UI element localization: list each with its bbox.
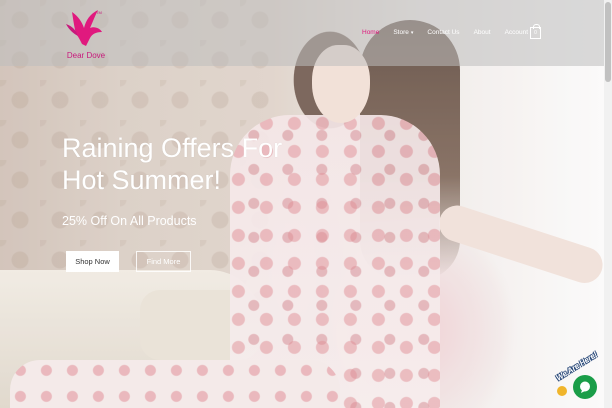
find-more-button[interactable]: Find More [136,251,191,272]
cart-icon[interactable]: 0 [530,24,541,39]
hero-headline-line2: Hot Summer! [62,165,222,195]
site-logo[interactable]: TM Dear Dove [58,6,114,62]
waving-hand-icon [557,386,567,396]
nav-contact-us[interactable]: Contact Us [420,26,466,42]
page-scrollbar[interactable] [604,0,612,408]
site-header: TM Dear Dove Home Store ▾ Contact Us Abou… [0,0,604,66]
nav-store[interactable]: Store ▾ [386,26,420,42]
nav-home[interactable]: Home [355,26,386,42]
brand-name: Dear Dove [66,51,106,60]
cart-count: 0 [534,30,537,36]
scrollbar-thumb[interactable] [605,2,611,82]
shop-now-button[interactable]: Shop Now [66,251,119,272]
chat-button[interactable] [573,375,597,399]
hero-headline: Raining Offers For Hot Summer! [62,132,362,196]
nav-about[interactable]: About [467,26,498,42]
hero-headline-line1: Raining Offers For [62,133,283,163]
hero-subheadline: 25% Off On All Products [62,214,197,228]
main-nav: Home Store ▾ Contact Us About Account [355,26,535,42]
nav-store-label: Store [393,29,409,36]
chevron-down-icon: ▾ [410,30,414,36]
chat-bubble-icon [580,381,590,393]
trademark-mark: TM [96,10,102,15]
